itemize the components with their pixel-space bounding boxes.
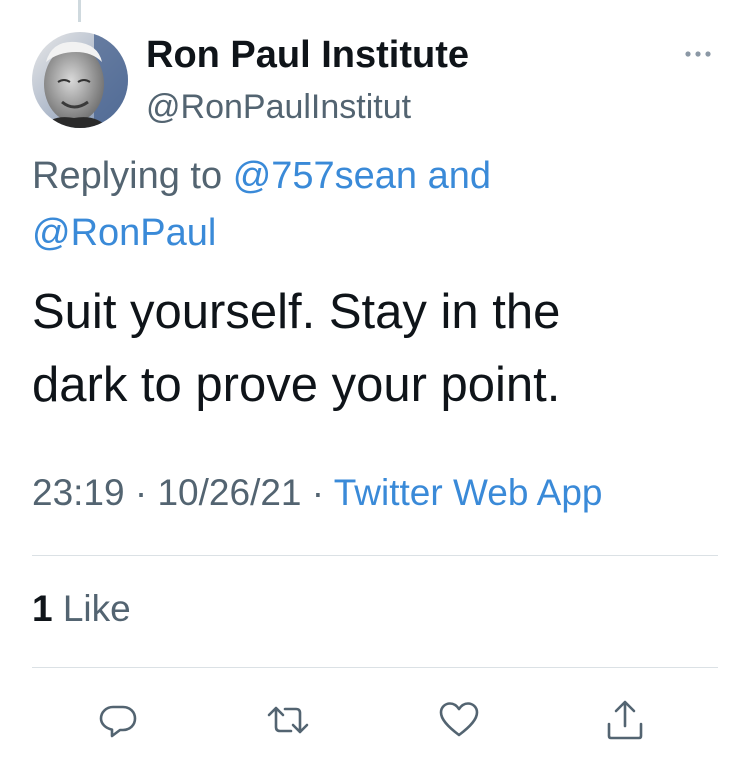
mention-ronpaul-link[interactable]: @RonPaul [32, 212, 216, 254]
tweet-date[interactable]: 10/26/21 [157, 472, 301, 513]
heart-icon [439, 702, 479, 737]
retweet-icon [267, 706, 309, 734]
replying-to-conjunction: and [427, 155, 492, 197]
retweet-button[interactable] [266, 698, 310, 742]
author-display-name[interactable]: Ron Paul Institute [146, 34, 469, 77]
replying-to-line: Replying to @757sean and @RonPaul [32, 148, 672, 262]
likes-count: 1 [32, 588, 53, 629]
profile-photo-icon [32, 32, 128, 128]
tweet-text-line-1: Suit yourself. Stay in the [32, 285, 561, 339]
thread-connector-line [78, 0, 81, 22]
share-button[interactable] [603, 698, 647, 742]
tweet-text: Suit yourself. Stay in the dark to prove … [32, 276, 722, 422]
divider [32, 555, 718, 556]
share-icon [607, 700, 643, 740]
reply-button[interactable] [96, 698, 140, 742]
tweet-text-line-2: dark to prove your point. [32, 358, 561, 412]
author-handle[interactable]: @RonPaulInstitut [146, 88, 411, 127]
tweet-source-link[interactable]: Twitter Web App [334, 472, 603, 513]
meta-separator: · [311, 472, 325, 513]
more-options-icon[interactable] [680, 44, 716, 64]
likes-stat[interactable]: 1 Like [32, 588, 131, 630]
meta-separator: · [134, 472, 148, 513]
tweet-time[interactable]: 23:19 [32, 472, 125, 513]
like-button[interactable] [437, 698, 481, 742]
replying-to-prefix: Replying to [32, 155, 223, 197]
tweet-metadata: 23:19 · 10/26/21 · Twitter Web App [32, 472, 602, 514]
divider [32, 667, 718, 668]
likes-label: Like [62, 588, 131, 629]
avatar[interactable] [32, 32, 128, 128]
mention-757sean-link[interactable]: @757sean [233, 155, 417, 197]
comment-icon [99, 705, 137, 738]
